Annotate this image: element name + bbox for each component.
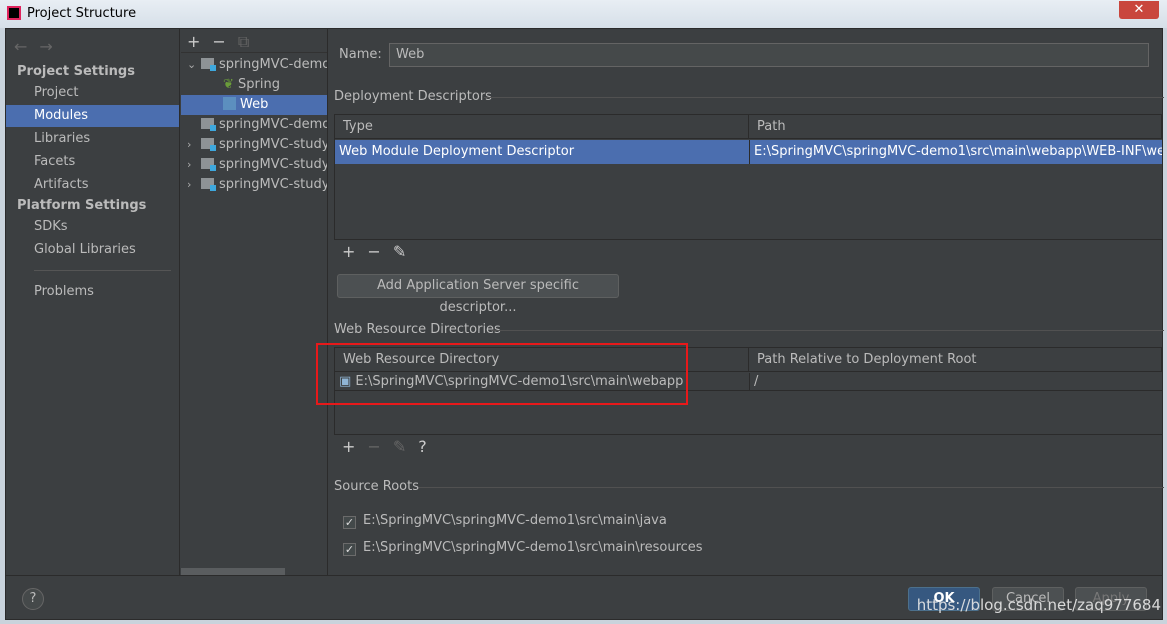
window-title: Project Structure (27, 6, 137, 21)
source-roots-title: Source Roots (334, 479, 420, 494)
sidebar-item-facets[interactable]: Facets (6, 151, 179, 173)
chevron-right-icon[interactable]: › (187, 155, 201, 175)
tree-node[interactable]: › springMVC-study3 (181, 175, 327, 195)
sidebar-item-modules[interactable]: Modules (6, 105, 179, 127)
section-project-settings: Project Settings (17, 64, 135, 79)
source-root-item[interactable]: ✓ E:\SpringMVC\springMVC-demo1\src\main\r… (343, 540, 703, 556)
remove-icon[interactable]: − (367, 242, 380, 261)
sidebar-item-sdks[interactable]: SDKs (6, 216, 179, 238)
divider (34, 270, 171, 271)
module-folder-icon (201, 138, 216, 151)
deployment-descriptors-title: Deployment Descriptors (334, 89, 492, 104)
sidebar-item-libraries[interactable]: Libraries (6, 128, 179, 150)
add-icon[interactable]: + (342, 437, 355, 456)
highlight-annotation-box (316, 343, 688, 405)
module-folder-icon (201, 178, 216, 191)
tree-node[interactable]: › springMVC-study2 (181, 155, 327, 175)
remove-icon[interactable]: − (367, 437, 380, 456)
project-structure-dialog: ← → Project Settings Project Modules Libr… (5, 28, 1164, 620)
module-folder-icon (201, 58, 216, 71)
add-icon[interactable]: + (187, 32, 200, 51)
intellij-logo-icon (7, 6, 21, 20)
horizontal-scrollbar[interactable] (181, 568, 285, 575)
tree-node[interactable]: springMVC-demo2 (181, 115, 327, 135)
help-button[interactable]: ? (22, 588, 44, 610)
column-header-relative-path[interactable]: Path Relative to Deployment Root (749, 348, 1162, 372)
web-facet-icon (223, 97, 236, 110)
forward-arrow-icon[interactable]: → (39, 37, 52, 56)
checkbox-checked[interactable]: ✓ (343, 516, 356, 529)
column-header-type[interactable]: Type (335, 115, 749, 139)
spring-leaf-icon: ❦ (223, 77, 239, 92)
sidebar-item-artifacts[interactable]: Artifacts (6, 174, 179, 196)
remove-icon[interactable]: − (212, 32, 225, 51)
tree-node[interactable]: › springMVC-study1 (181, 135, 327, 155)
chevron-right-icon[interactable]: › (187, 175, 201, 195)
section-platform-settings: Platform Settings (17, 198, 147, 213)
checkbox-checked[interactable]: ✓ (343, 543, 356, 556)
copy-icon[interactable]: ⧉ (238, 32, 249, 51)
sidebar-item-problems[interactable]: Problems (6, 281, 179, 303)
module-folder-icon (201, 118, 216, 131)
help-icon[interactable]: ? (418, 437, 427, 456)
facet-editor: Name: Web Deployment Descriptors Type Pa… (316, 29, 1164, 575)
back-arrow-icon[interactable]: ← (14, 37, 27, 56)
tree-node[interactable]: ❦ Spring (181, 75, 327, 95)
sidebar-item-global-libraries[interactable]: Global Libraries (6, 239, 179, 261)
tree-node[interactable]: ⌄ springMVC-demo1 (181, 55, 327, 75)
chevron-down-icon[interactable]: ⌄ (187, 55, 201, 75)
web-resource-directories-title: Web Resource Directories (334, 322, 501, 337)
table-row[interactable]: Web Module Deployment Descriptor E:\Spri… (335, 140, 1162, 164)
add-server-descriptor-button[interactable]: Add Application Server specific descript… (337, 274, 619, 315)
source-root-item[interactable]: ✓ E:\SpringMVC\springMVC-demo1\src\main\j… (343, 513, 667, 529)
sidebar-item-project[interactable]: Project (6, 82, 179, 104)
deployment-descriptors-table: Type Path Web Module Deployment Descript… (334, 114, 1163, 240)
module-tree: + − ⧉ ⌄ springMVC-demo1 ❦ Spring Web spring… (181, 29, 328, 575)
close-button[interactable]: ✕ (1119, 1, 1159, 19)
add-icon[interactable]: + (342, 242, 355, 261)
edit-pencil-icon[interactable]: ✎ (393, 437, 406, 456)
tree-node[interactable]: Web (181, 95, 327, 115)
column-header-path[interactable]: Path (749, 115, 1162, 139)
settings-sidebar: ← → Project Settings Project Modules Libr… (6, 29, 180, 575)
watermark-text: https://blog.csdn.net/zaq977684 (916, 596, 1161, 614)
title-bar: Project Structure ✕ (0, 0, 1167, 28)
chevron-right-icon[interactable]: › (187, 135, 201, 155)
name-label: Name: (339, 47, 382, 62)
module-folder-icon (201, 158, 216, 171)
edit-pencil-icon[interactable]: ✎ (393, 242, 406, 261)
name-input[interactable]: Web (389, 43, 1149, 67)
